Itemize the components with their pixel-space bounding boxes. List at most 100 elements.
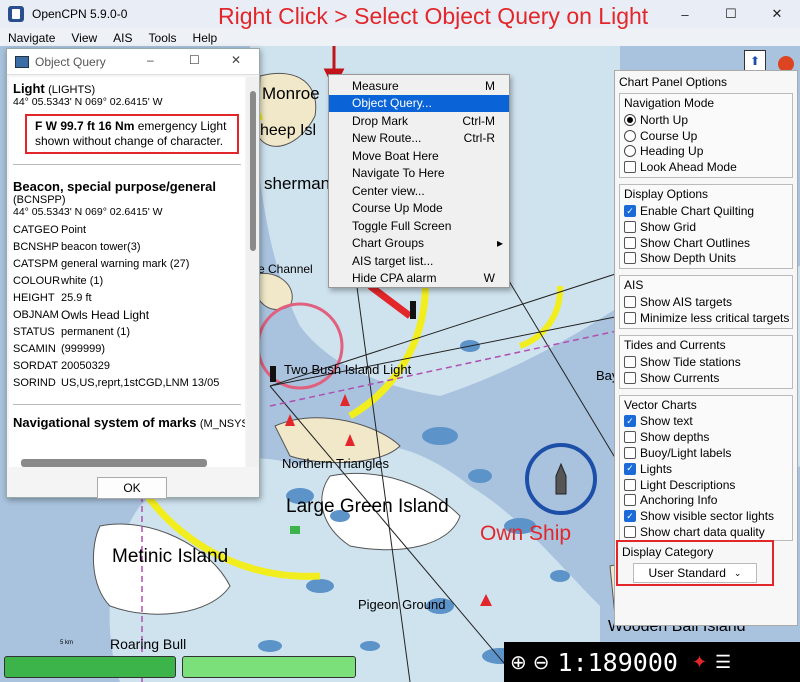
checkbox-minimize-targets[interactable]: Minimize less critical targets: [624, 310, 789, 326]
checkbox-icon: [624, 252, 636, 265]
light-description-bold: F W 99.7 ft 16 Nm: [35, 119, 135, 133]
light-coords: 44° 05.5343' N 069° 02.6415' W: [13, 96, 163, 108]
close-button[interactable]: ✕: [754, 0, 800, 28]
checkbox-currents[interactable]: Show Currents: [624, 370, 788, 386]
checkbox-tide-stations[interactable]: Show Tide stations: [624, 354, 788, 370]
checkbox-chart-outlines[interactable]: Show Chart Outlines: [624, 235, 788, 251]
vertical-scrollbar[interactable]: [247, 77, 259, 467]
group-header: AIS: [624, 278, 644, 293]
checkbox-lights[interactable]: ✓ Lights: [624, 461, 788, 477]
minimize-button[interactable]: –: [662, 0, 708, 28]
hamburger-menu-icon[interactable]: ☰: [715, 652, 731, 673]
label-monroe: Monroe: [262, 84, 320, 103]
menu-tools[interactable]: Tools: [141, 31, 185, 45]
group-header: Tides and Currents: [624, 337, 726, 352]
attribute-row: SORIND US,US,reprt,1stCGD,LNM 13/05: [13, 375, 241, 392]
checkbox-ais-targets[interactable]: Show AIS targets: [624, 294, 788, 310]
ok-button[interactable]: OK: [97, 477, 167, 499]
dialog-maximize-button[interactable]: ☐: [189, 53, 200, 67]
option-label: Anchoring Info: [640, 493, 718, 508]
display-category-header: Display Category: [622, 545, 714, 559]
label-northern-triangles: Northern Triangles: [282, 456, 389, 471]
menu-item-new-route[interactable]: New Route... Ctrl-R: [329, 130, 509, 148]
zoom-in-icon[interactable]: ⊕: [510, 650, 527, 675]
submenu-arrow-icon: ▸: [496, 236, 503, 251]
menu-item-object-query[interactable]: Object Query...: [329, 94, 509, 112]
menu-item-label: Toggle Full Screen: [352, 218, 452, 233]
menu-item-full-screen[interactable]: Toggle Full Screen: [329, 217, 509, 235]
context-menu: Measure M Object Query... Drop Mark Ctrl-M…: [328, 74, 510, 288]
menu-item-chart-groups[interactable]: Chart Groups ▸: [329, 235, 509, 253]
option-label: Show AIS targets: [640, 295, 733, 310]
radio-heading-up[interactable]: Heading Up: [624, 144, 788, 160]
attr-key: SORDAT: [13, 360, 59, 372]
checkbox-icon: [624, 312, 636, 325]
checkbox-data-quality[interactable]: Show chart data quality: [624, 524, 788, 540]
checkbox-buoy-labels[interactable]: Buoy/Light labels: [624, 445, 788, 461]
attribute-row: SORDAT 20050329: [13, 358, 241, 375]
scrollbar-thumb[interactable]: [250, 91, 256, 251]
attribute-row: CATGEO Point: [13, 222, 241, 239]
menu-item-center-view[interactable]: Center view...: [329, 182, 509, 200]
checkbox-chart-quilting[interactable]: ✓ Enable Chart Quilting: [624, 203, 788, 219]
menu-item-ais-list[interactable]: AIS target list...: [329, 252, 509, 270]
checkbox-sector-lights[interactable]: ✓ Show visible sector lights: [624, 508, 788, 524]
compass-icon[interactable]: ⬆: [744, 50, 766, 72]
menu-help[interactable]: Help: [185, 31, 226, 45]
option-label: Show visible sector lights: [640, 509, 775, 524]
checkbox-show-depths[interactable]: Show depths: [624, 429, 788, 445]
label-sheep: heep Isl: [260, 122, 317, 139]
option-label: Show Tide stations: [640, 354, 741, 369]
divider: [13, 404, 241, 405]
menu-item-navigate-to[interactable]: Navigate To Here: [329, 165, 509, 183]
chart-bar-left[interactable]: [4, 656, 176, 678]
menu-item-measure[interactable]: Measure M: [329, 77, 509, 95]
checkbox-anchoring-info[interactable]: Anchoring Info: [624, 493, 788, 509]
checkbox-icon: [624, 447, 636, 460]
zoom-out-icon[interactable]: ⊖: [533, 650, 550, 675]
horizontal-scrollbar[interactable]: [21, 459, 207, 467]
maximize-button[interactable]: ☐: [708, 0, 754, 28]
menu-item-label: Drop Mark: [352, 113, 409, 128]
select-value: User Standard: [648, 566, 726, 580]
checkbox-show-grid[interactable]: Show Grid: [624, 219, 788, 235]
display-category-select[interactable]: User Standard ⌄: [633, 563, 757, 583]
dialog-close-button[interactable]: ✕: [231, 53, 241, 67]
menu-item-label: AIS target list...: [352, 253, 434, 268]
checkbox-show-text[interactable]: ✓ Show text: [624, 414, 788, 430]
checkbox-depth-units[interactable]: Show Depth Units: [624, 251, 788, 267]
checkbox-light-descriptions[interactable]: Light Descriptions: [624, 477, 788, 493]
radio-course-up[interactable]: Course Up: [624, 128, 788, 144]
checkbox-look-ahead[interactable]: Look Ahead Mode: [624, 159, 788, 175]
attr-value: beacon tower(3): [61, 241, 141, 253]
beacon-code: (BCNSPP): [13, 194, 66, 206]
menu-item-drop-mark[interactable]: Drop Mark Ctrl-M: [329, 112, 509, 130]
label-two-bush: Two Bush Island Light: [284, 362, 412, 377]
checkbox-icon: [624, 355, 636, 368]
radio-icon: [624, 129, 636, 142]
menu-ais[interactable]: AIS: [105, 31, 140, 45]
menu-navigate[interactable]: Navigate: [0, 31, 63, 45]
navigation-mode-group: Navigation Mode North Up Course Up Headi…: [619, 93, 793, 179]
menu-view[interactable]: View: [63, 31, 105, 45]
attribute-row: HEIGHT 25.9 ft: [13, 290, 241, 307]
attr-key: COLOUR: [13, 275, 61, 287]
compass-rose-icon[interactable]: ✦: [692, 652, 707, 673]
attr-key: CATGEO: [13, 224, 59, 236]
beacon-coords: 44° 05.5343' N 069° 02.6415' W: [13, 206, 163, 218]
ais-group: AIS Show AIS targets Minimize less criti…: [619, 275, 793, 329]
menu-item-label: New Route...: [352, 131, 422, 146]
attribute-row: CATSPM general warning mark (27): [13, 256, 241, 273]
chart-bar-right[interactable]: [182, 656, 356, 678]
scale-tick-label: 5 km: [60, 640, 74, 646]
menu-item-shortcut: Ctrl-M: [462, 113, 495, 128]
nav-system-code: (M_NSYS): [199, 418, 245, 430]
menu-item-move-boat[interactable]: Move Boat Here: [329, 147, 509, 165]
radio-north-up[interactable]: North Up: [624, 112, 788, 128]
attribute-row: STATUS permanent (1): [13, 324, 241, 341]
menu-item-hide-cpa[interactable]: Hide CPA alarm W: [329, 270, 509, 288]
group-header: Display Options: [624, 187, 709, 202]
dialog-minimize-button[interactable]: –: [147, 53, 154, 67]
query-results[interactable]: Light (LIGHTS) 44° 05.5343' N 069° 02.64…: [9, 77, 245, 467]
menu-item-course-up[interactable]: Course Up Mode: [329, 200, 509, 218]
